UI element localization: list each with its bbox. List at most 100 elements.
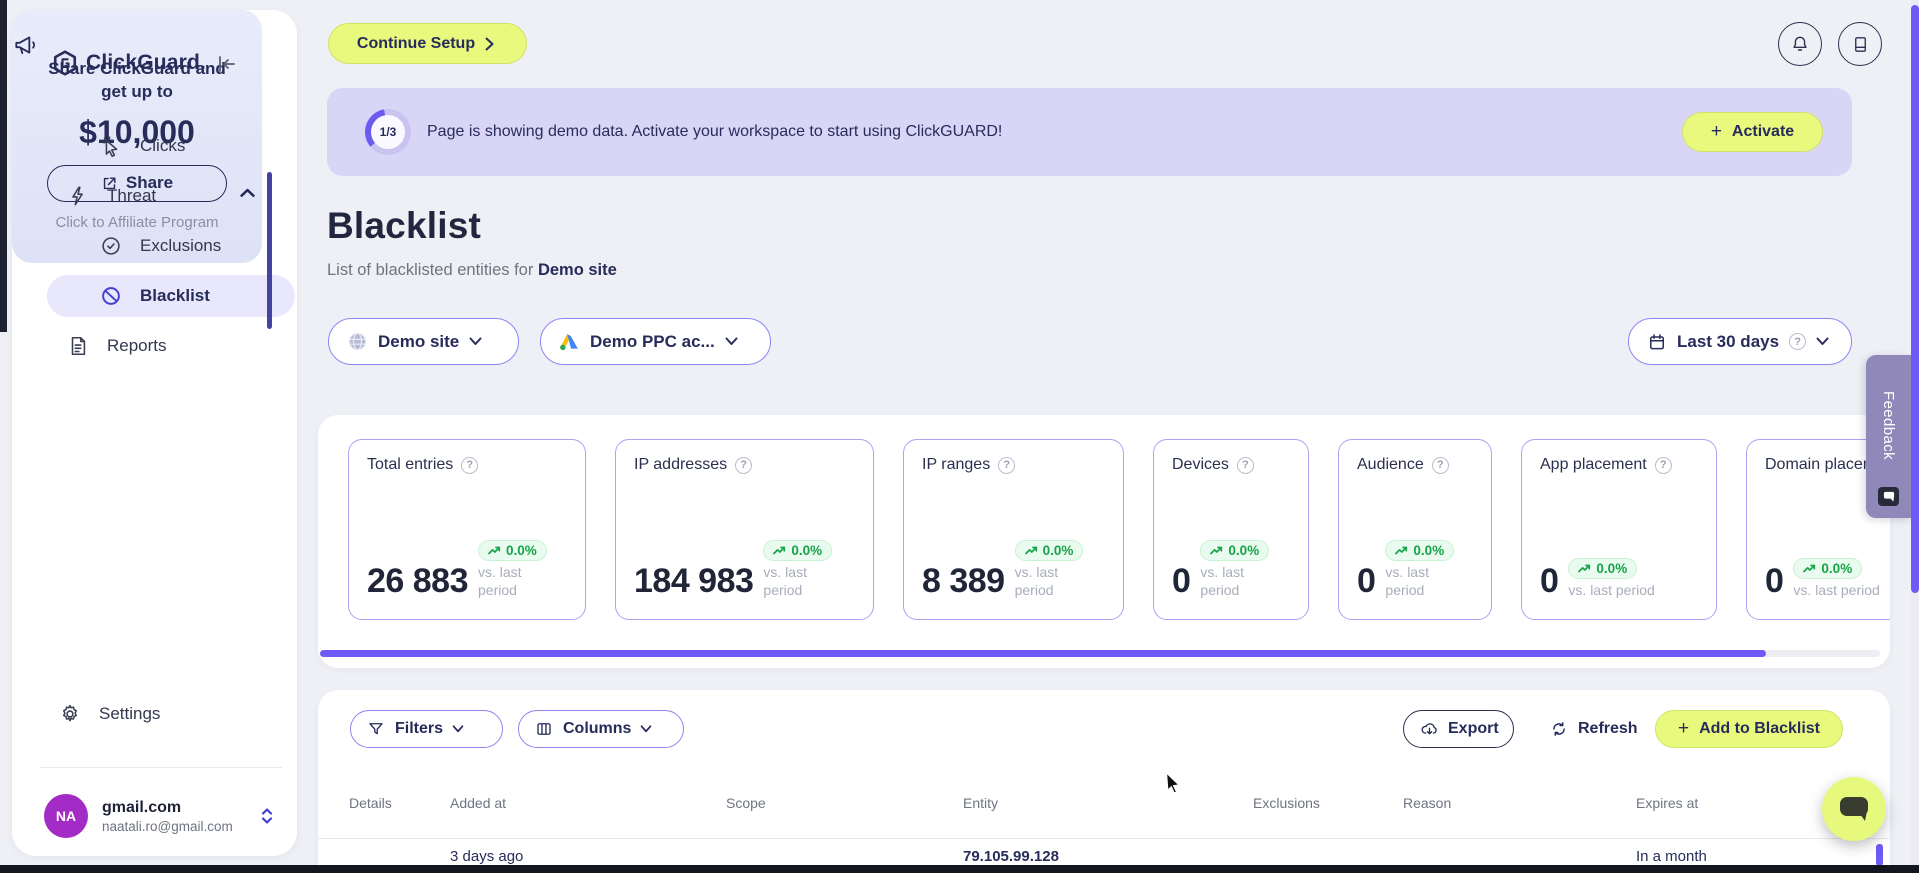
trend-up-icon (773, 546, 786, 555)
sidebar-collapse-icon[interactable] (214, 52, 240, 78)
stat-caption: vs. last period (1568, 581, 1655, 598)
calendar-icon (1647, 332, 1667, 352)
help-icon: ? (735, 456, 753, 474)
stat-card-app-placement: App placement? 0 0.0% vs. last period (1521, 439, 1717, 620)
subtitle-prefix: List of blacklisted entities for (327, 261, 534, 279)
stat-value: 26 883 (367, 562, 469, 600)
delta-badge: 0.0% (478, 540, 547, 561)
cell-details (349, 848, 450, 865)
sidebar: ClickGuard. Clicks Threat Exclusions Bla… (12, 10, 297, 856)
columns-label: Columns (563, 720, 632, 737)
cell-scope (726, 848, 963, 865)
stat-label: Audience (1357, 456, 1424, 473)
chevron-right-icon (485, 37, 498, 51)
feedback-tab[interactable]: Feedback (1866, 355, 1911, 518)
clickguard-logo-icon (53, 50, 77, 76)
export-button[interactable]: Export (1403, 710, 1514, 748)
chevron-down-icon (452, 725, 465, 733)
stat-card-ip-ranges: IP ranges? 8 389 0.0% vs. last period (903, 439, 1124, 620)
brand-name: ClickGuard. (86, 51, 207, 74)
cell-reason (1403, 848, 1636, 865)
stat-card-ip-addresses: IP addresses? 184 983 0.0% vs. last peri… (615, 439, 874, 620)
chat-launcher-button[interactable] (1822, 777, 1886, 841)
stat-label: Devices (1172, 456, 1229, 473)
notifications-button[interactable] (1778, 22, 1822, 66)
sidebar-item-label: Threat (107, 186, 157, 205)
chevron-down-icon (640, 725, 653, 733)
stat-label: App placement (1540, 456, 1647, 473)
globe-icon (347, 331, 368, 352)
trend-up-icon (1024, 546, 1037, 555)
account-switcher[interactable]: NA gmail.com naatali.ro@gmail.com (44, 794, 274, 838)
stat-label: Total entries (367, 456, 454, 473)
column-header-details[interactable]: Details (349, 795, 450, 811)
sidebar-item-exclusions[interactable]: Exclusions (12, 225, 297, 267)
sidebar-item-label: Reports (107, 336, 167, 355)
setup-progress-value: 1/3 (371, 115, 405, 149)
columns-button[interactable]: Columns (518, 710, 684, 748)
sidebar-item-reports[interactable]: Reports (12, 325, 297, 367)
chevron-down-icon (469, 337, 482, 346)
continue-setup-label: Continue Setup (356, 34, 476, 52)
trend-up-icon (1210, 546, 1223, 555)
page-subtitle: List of blacklisted entities for Demo si… (327, 261, 617, 280)
chevron-up-icon[interactable] (240, 188, 255, 198)
help-icon: ? (1236, 456, 1254, 474)
trend-up-icon (488, 546, 501, 555)
stats-hscrollbar-thumb[interactable] (320, 650, 1766, 657)
sidebar-item-clicks[interactable]: Clicks (12, 125, 297, 167)
sidebar-scrollbar-thumb[interactable] (267, 172, 272, 329)
setup-progress-ring: 1/3 (365, 109, 411, 155)
delta-badge: 0.0% (1385, 540, 1455, 561)
stat-caption: vs. last period (1200, 564, 1244, 598)
table-row[interactable]: 3 days ago 79.105.99.128 In a month (349, 848, 1890, 865)
sidebar-item-blacklist[interactable]: Blacklist (47, 275, 295, 317)
delta-badge: 0.0% (1200, 540, 1270, 561)
demo-data-banner: 1/3 Page is showing demo data. Activate … (327, 88, 1852, 176)
activate-button[interactable]: + Activate (1682, 112, 1823, 152)
plus-icon: + (1677, 718, 1690, 739)
gear-icon (59, 703, 81, 725)
add-to-blacklist-button[interactable]: + Add to Blacklist (1655, 710, 1843, 748)
docs-button[interactable] (1838, 22, 1882, 66)
site-selector[interactable]: Demo site (328, 318, 519, 365)
table-scrollbar-thumb[interactable] (1876, 844, 1883, 866)
blacklist-table-panel: Filters Columns Export Refresh + Add to … (318, 690, 1890, 873)
select-carets-icon (260, 806, 274, 826)
continue-setup-button[interactable]: Continue Setup (328, 23, 527, 64)
column-header-reason[interactable]: Reason (1403, 795, 1636, 811)
filters-button[interactable]: Filters (350, 710, 503, 748)
cursor-click-icon (100, 135, 122, 157)
activate-label: Activate (1731, 123, 1795, 140)
cell-added-at: 3 days ago (450, 848, 524, 865)
column-header-exclusions[interactable]: Exclusions (1253, 795, 1403, 811)
delta-badge: 0.0% (1793, 557, 1863, 579)
stat-label: IP ranges (922, 456, 991, 473)
delta-badge: 0.0% (1568, 557, 1638, 579)
stat-caption: vs. last period (1014, 564, 1059, 598)
help-icon: ? (1654, 456, 1672, 474)
stat-value: 0 (1357, 562, 1376, 600)
help-icon: ? (1789, 333, 1807, 350)
feedback-chat-icon (1878, 487, 1899, 506)
account-email: naatali.ro@gmail.com (102, 818, 233, 834)
date-range-selector[interactable]: Last 30 days ? (1628, 318, 1852, 365)
account-name: gmail.com (102, 798, 182, 816)
sidebar-item-settings[interactable]: Settings (12, 693, 297, 735)
chevron-down-icon (725, 337, 738, 346)
column-header-entity[interactable]: Entity (963, 795, 1253, 811)
ppc-account-selector[interactable]: Demo PPC ac... (540, 318, 771, 365)
column-header-scope[interactable]: Scope (726, 795, 963, 811)
stat-caption: vs. last period (1385, 564, 1429, 598)
cell-exclusions (1253, 848, 1403, 865)
stat-card-devices: Devices? 0 0.0% vs. last period (1153, 439, 1309, 620)
stat-value: 8 389 (922, 562, 1005, 600)
sidebar-item-label: Exclusions (140, 236, 222, 255)
export-label: Export (1448, 720, 1499, 737)
stat-card-audience: Audience? 0 0.0% vs. last period (1338, 439, 1492, 620)
refresh-label: Refresh (1578, 720, 1638, 737)
refresh-button[interactable]: Refresh (1544, 710, 1644, 748)
ppc-account-value: Demo PPC ac... (590, 331, 715, 351)
page-scrollbar-thumb[interactable] (1911, 5, 1919, 593)
column-header-added-at[interactable]: Added at (450, 795, 726, 811)
